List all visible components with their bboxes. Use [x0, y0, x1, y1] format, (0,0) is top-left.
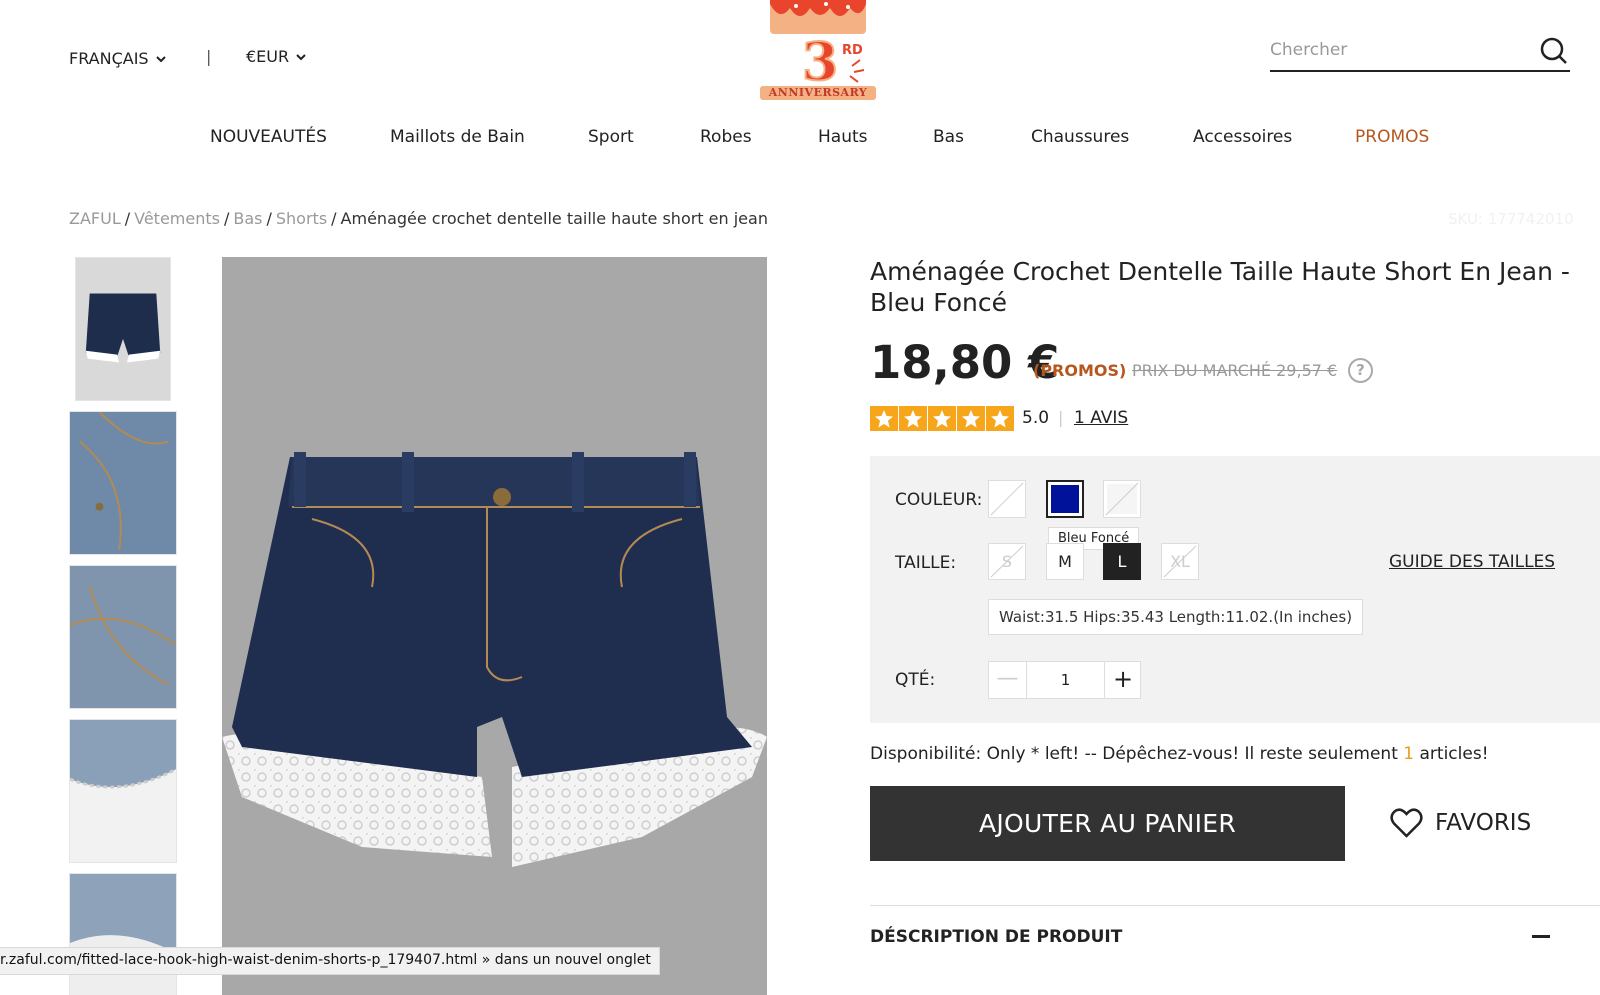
nav-item-nouveautes[interactable]: NOUVEAUTÉS: [210, 127, 327, 147]
nav-item-promos[interactable]: PROMOS: [1355, 127, 1429, 147]
options-panel: COULEUR: Bleu Foncé TAILLE: S M L XL GUI…: [870, 456, 1600, 723]
sku-label: SKU: 177742010: [1448, 210, 1574, 228]
currency-label: €EUR: [246, 47, 290, 66]
size-option-l[interactable]: L: [1103, 543, 1141, 580]
status-suffix: » dans un nouvel onglet: [481, 952, 651, 968]
nav-item-chaussures[interactable]: Chaussures: [1031, 127, 1129, 147]
breadcrumb-link-vetements[interactable]: Vêtements: [134, 209, 220, 228]
favorites-button[interactable]: FAVORIS: [1390, 808, 1531, 838]
thumbnail-1[interactable]: [75, 257, 171, 401]
status-bar-url: r.zaful.com/fitted-lace-hook-high-waist-…: [0, 947, 660, 975]
star-icon: [957, 406, 985, 431]
product-price: 18,80 €: [870, 336, 1060, 389]
rating-separator: |: [1058, 408, 1064, 427]
quantity-input[interactable]: [1027, 662, 1104, 698]
color-label: COULEUR:: [895, 490, 983, 510]
chevron-down-icon: [155, 55, 166, 62]
nav-item-maillots[interactable]: Maillots de Bain: [390, 127, 525, 147]
reviews-link[interactable]: 1 AVIS: [1074, 408, 1128, 428]
thumbnail-5[interactable]: [69, 873, 177, 995]
color-swatch-unavailable-1[interactable]: [988, 480, 1026, 518]
availability-count: 1: [1403, 744, 1415, 764]
quantity-decrease-button[interactable]: —: [989, 662, 1027, 698]
add-to-cart-button[interactable]: AJOUTER AU PANIER: [870, 786, 1345, 861]
chevron-down-icon: [296, 53, 306, 60]
nav-item-bas[interactable]: Bas: [933, 127, 964, 147]
collapse-icon[interactable]: [1532, 935, 1550, 938]
search-input[interactable]: [1270, 36, 1530, 64]
main-nav: NOUVEAUTÉS Maillots de Bain Sport Robes …: [0, 127, 1600, 149]
logo-label: ANNIVERSARY: [768, 86, 868, 99]
rating-value: 5.0: [1022, 408, 1050, 428]
description-title[interactable]: DÉSCRIPTION DE PRODUIT: [870, 927, 1122, 947]
promo-tag: (PROMOS): [1033, 361, 1127, 380]
product-main-image[interactable]: [222, 257, 767, 995]
status-url: r.zaful.com/fitted-lace-hook-high-waist-…: [0, 952, 478, 968]
availability-suffix: articles!: [1414, 744, 1489, 764]
quantity-stepper: — +: [988, 661, 1141, 699]
nav-item-robes[interactable]: Robes: [700, 127, 752, 147]
quantity-increase-button[interactable]: +: [1104, 662, 1141, 698]
size-label: TAILLE:: [895, 553, 957, 573]
nav-item-accessoires[interactable]: Accessoires: [1193, 127, 1292, 147]
help-icon[interactable]: ?: [1348, 358, 1373, 383]
size-option-xl[interactable]: XL: [1161, 543, 1199, 580]
breadcrumb-current: Aménagée crochet dentelle taille haute s…: [340, 209, 768, 228]
search-icon[interactable]: [1538, 36, 1568, 66]
logo-number: 3: [802, 32, 838, 93]
star-icon: [928, 406, 956, 431]
currency-selector[interactable]: €EUR: [246, 47, 307, 66]
language-selector[interactable]: FRANÇAIS: [69, 49, 167, 68]
color-swatch-unavailable-2[interactable]: [1103, 480, 1141, 518]
quantity-label: QTÉ:: [895, 670, 936, 690]
heart-icon: [1390, 808, 1423, 838]
rating-stars: [870, 406, 1014, 431]
size-option-s[interactable]: S: [988, 543, 1026, 580]
thumbnail-4[interactable]: [69, 719, 177, 863]
color-fill: [1051, 485, 1079, 513]
breadcrumb-link-shorts[interactable]: Shorts: [276, 209, 327, 228]
header-separator: |: [206, 47, 212, 66]
breadcrumb: ZAFUL / Vêtements / Bas / Shorts / Aménagée croc…: [69, 209, 768, 228]
size-l-label: L: [1117, 552, 1127, 571]
size-option-m[interactable]: M: [1046, 543, 1084, 580]
thumbnail-3[interactable]: [69, 565, 177, 709]
thumbnail-2[interactable]: [69, 411, 177, 555]
favorites-label: FAVORIS: [1435, 810, 1532, 836]
availability-prefix: Disponibilité: Only * left! -- Dépêchez-…: [870, 744, 1404, 764]
divider: [870, 905, 1600, 906]
search-box[interactable]: [1270, 36, 1570, 72]
availability-text: Disponibilité: Only * left! -- Dépêchez-…: [870, 744, 1489, 764]
star-icon: [986, 406, 1014, 431]
size-guide-link[interactable]: GUIDE DES TAILLES: [1389, 552, 1555, 572]
star-icon: [899, 406, 927, 431]
color-swatch-bleu-fonce[interactable]: [1046, 480, 1084, 518]
star-icon: [870, 406, 898, 431]
nav-item-sport[interactable]: Sport: [588, 127, 634, 147]
breadcrumb-link-bas[interactable]: Bas: [233, 209, 262, 228]
size-measurements: Waist:31.5 Hips:35.43 Length:11.02.(In i…: [988, 599, 1364, 635]
logo-suffix: RD: [842, 43, 863, 58]
market-price: PRIX DU MARCHÉ 29,57 €: [1132, 361, 1338, 380]
language-label: FRANÇAIS: [69, 49, 149, 68]
product-title: Aménagée Crochet Dentelle Taille Haute S…: [870, 257, 1570, 317]
nav-item-hauts[interactable]: Hauts: [818, 127, 868, 147]
breadcrumb-link-zaful[interactable]: ZAFUL: [69, 209, 121, 228]
size-m-label: M: [1058, 552, 1072, 571]
